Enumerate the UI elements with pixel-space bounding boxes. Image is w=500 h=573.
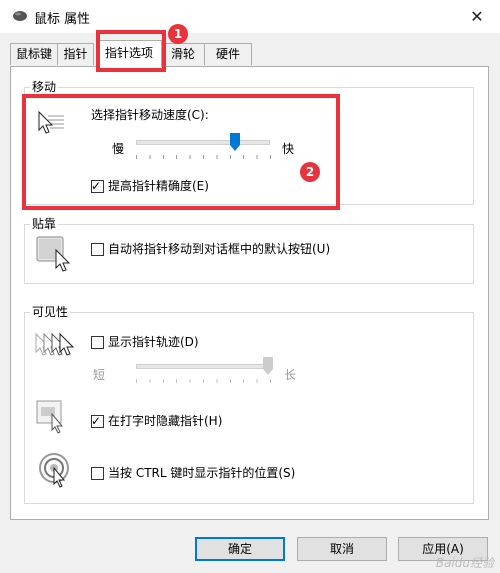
speed-slider-ticks: [136, 155, 271, 159]
pointer-trails-label: 显示指针轨迹(D): [108, 335, 199, 349]
step-badge-2: 2: [300, 162, 320, 182]
close-button[interactable]: ✕: [454, 0, 500, 33]
pointer-speed-icon: [38, 110, 64, 134]
precision-label: 提高指针精确度(E): [108, 179, 209, 193]
trails-slider-thumb[interactable]: [263, 357, 273, 375]
tab-wheel[interactable]: 滑轮: [161, 43, 205, 65]
speed-fast-label: 快: [282, 142, 295, 156]
mouse-icon: [13, 11, 27, 21]
show-location-ctrl-checkbox[interactable]: [91, 467, 104, 480]
pointer-trails-icon: [35, 332, 74, 356]
trails-short-label: 短: [93, 368, 106, 382]
visibility-legend: 可见性: [30, 305, 71, 319]
hide-while-typing-checkbox[interactable]: [91, 413, 104, 429]
precision-checkbox[interactable]: [91, 178, 104, 194]
tab-pointer-options[interactable]: 指针选项: [96, 40, 162, 67]
tab-buttons[interactable]: 鼠标键: [10, 43, 58, 65]
snap-legend: 贴靠: [30, 217, 59, 231]
trails-long-label: 长: [284, 368, 297, 382]
speed-slider-thumb[interactable]: [230, 133, 240, 151]
title-bar: 鼠标 属性 ✕: [0, 0, 500, 33]
close-icon: ✕: [470, 7, 484, 26]
tab-pointers[interactable]: 指针: [57, 43, 94, 65]
pointer-trails-checkbox[interactable]: [91, 336, 104, 349]
watermark: Baidu经验: [435, 556, 494, 570]
speed-slider-track[interactable]: [136, 140, 270, 145]
snap-to-icon: [36, 236, 71, 272]
cancel-button[interactable]: 取消: [297, 537, 387, 561]
ok-button[interactable]: 确定: [195, 537, 285, 561]
speed-slow-label: 慢: [112, 142, 125, 156]
trails-slider-ticks: [136, 379, 271, 383]
tab-hardware[interactable]: 硬件: [204, 43, 252, 65]
trails-slider-track[interactable]: [136, 364, 270, 369]
ctrl-locate-icon: [39, 453, 69, 488]
hide-while-typing-icon: [36, 400, 64, 434]
motion-legend: 移动: [30, 80, 59, 94]
window-title: 鼠标 属性: [34, 12, 91, 27]
step-badge-1: 1: [168, 24, 188, 44]
snap-to-default-checkbox[interactable]: [91, 243, 104, 256]
show-location-ctrl-label: 当按 CTRL 键时显示指针的位置(S): [108, 466, 296, 480]
speed-label: 选择指针移动速度(C):: [91, 108, 209, 122]
snap-to-default-label: 自动将指针移动到对话框中的默认按钮(U): [108, 242, 331, 256]
hide-while-typing-label: 在打字时隐藏指针(H): [108, 414, 223, 428]
